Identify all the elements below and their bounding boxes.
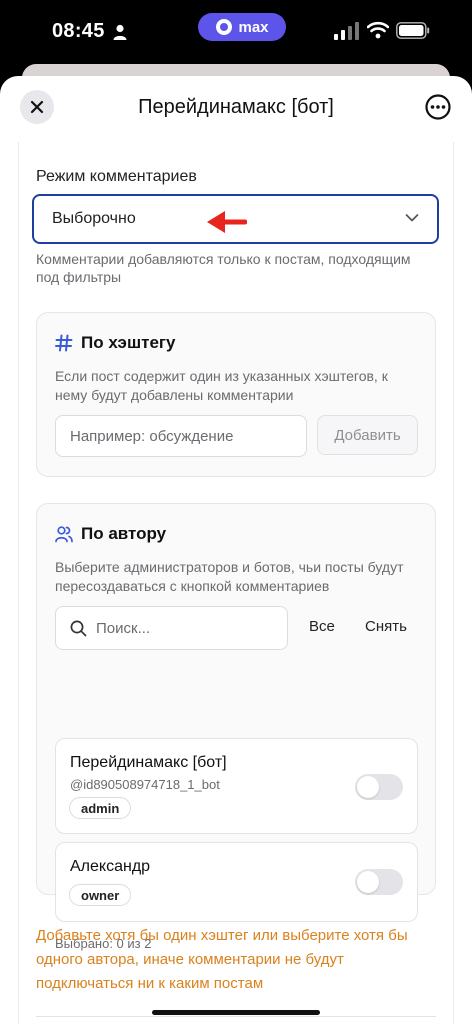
author-list-item[interactable]: Александр owner <box>55 842 418 922</box>
role-badge: owner <box>69 884 132 906</box>
battery-icon <box>396 22 430 39</box>
author-filter-card: По автору Выберите администраторов и бот… <box>36 503 436 951</box>
hashtag-card-description: Если пост содержит один из указанных хэш… <box>55 368 388 403</box>
person-icon <box>113 24 127 40</box>
hashtag-card-title: По хэштегу <box>81 333 176 352</box>
wifi-icon <box>367 21 389 39</box>
status-time: 08:45 <box>52 20 105 42</box>
red-arrow-annotation-icon <box>207 211 247 233</box>
app-pill-label: max <box>238 18 269 36</box>
close-button[interactable] <box>20 90 54 124</box>
author-name: Перейдинамакс [бот] <box>70 754 227 771</box>
search-icon <box>70 620 87 637</box>
author-card-title: По автору <box>81 524 167 543</box>
author-search-input[interactable]: Поиск... <box>55 606 288 650</box>
sheet-header: Перейдинамакс [бот] <box>0 76 472 142</box>
author-handle: @id890508974718_1_bot <box>70 777 220 792</box>
comments-mode-label: Режим комментариев <box>36 168 197 185</box>
select-all-button[interactable]: Все <box>309 618 335 635</box>
app-pill[interactable]: max <box>198 13 286 41</box>
add-hashtag-button[interactable]: Добавить <box>317 415 418 455</box>
role-badge: admin <box>69 797 132 819</box>
hashtag-input[interactable]: Например: обсуждение <box>55 415 307 457</box>
status-bar: 08:45 max <box>0 0 472 62</box>
hashtag-filter-card: По хэштегу Если пост содержит один из ук… <box>36 312 436 477</box>
author-card-description: Выберите администраторов и ботов, чьи по… <box>55 559 404 594</box>
hashtag-input-placeholder: Например: обсуждение <box>70 427 234 445</box>
clear-selection-button[interactable]: Снять <box>365 618 407 635</box>
filter-warning: Добавьте хотя бы один хэштег или выберит… <box>36 927 408 992</box>
toggle-knob <box>357 776 379 798</box>
more-icon[interactable] <box>424 93 452 121</box>
users-icon <box>55 526 73 543</box>
home-indicator <box>152 1010 320 1015</box>
author-toggle[interactable] <box>355 774 403 800</box>
sheet-title: Перейдинамакс [бот] <box>138 96 334 118</box>
author-search-placeholder: Поиск... <box>96 620 151 637</box>
section-divider <box>36 1016 436 1017</box>
author-list-item[interactable]: Перейдинамакс [бот] @id890508974718_1_bo… <box>55 738 418 834</box>
toggle-knob <box>357 871 379 893</box>
close-icon <box>30 100 44 114</box>
hashtag-icon <box>55 334 73 352</box>
chevron-down-icon <box>405 214 419 222</box>
signal-icon <box>334 22 359 40</box>
comments-mode-value: Выборочно <box>52 210 136 227</box>
comments-mode-help: Комментарии добавляются только к постам,… <box>36 251 411 285</box>
bot-settings-sheet: Перейдинамакс [бот] Режим комментариев В… <box>0 76 472 1024</box>
max-logo-icon <box>216 19 233 35</box>
author-toggle[interactable] <box>355 869 403 895</box>
author-name: Александр <box>70 858 151 875</box>
